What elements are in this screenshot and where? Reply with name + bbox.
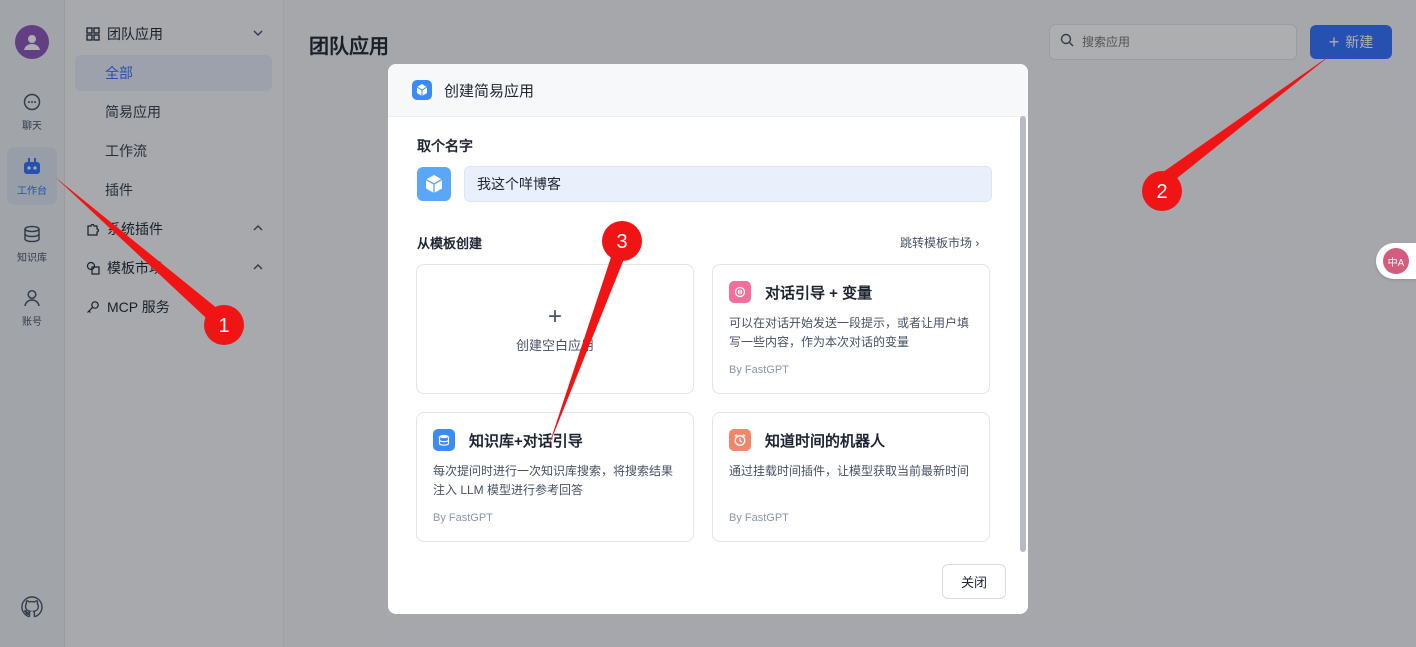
app-avatar-icon[interactable] (417, 167, 451, 201)
clock-icon (729, 429, 751, 451)
name-label: 取个名字 (417, 138, 473, 154)
template-author: By FastGPT (729, 512, 789, 524)
template-card[interactable]: 知识库+对话引导 每次提问时进行一次知识库搜索，将搜索结果注入 LLM 模型进行… (416, 412, 694, 542)
template-description: 每次提问时进行一次知识库搜索，将搜索结果注入 LLM 模型进行参考回答 (433, 464, 674, 497)
modal-scrollbar[interactable] (1020, 116, 1026, 552)
plus-icon: + (547, 302, 562, 330)
blank-app-label: 创建空白应用 (515, 337, 594, 353)
template-title: 对话引导 + 变量 (765, 284, 873, 302)
template-title: 知识库+对话引导 (469, 432, 583, 450)
modal-title: 创建简易应用 (444, 82, 535, 100)
app-name-input[interactable] (464, 166, 992, 202)
cube-icon (412, 80, 432, 100)
from-template-label: 从模板创建 (417, 236, 483, 251)
translate-button[interactable]: 中A (1376, 243, 1416, 279)
chevron-right-icon: › (975, 236, 980, 250)
template-card[interactable]: 知道时间的机器人 通过挂载时间插件，让模型获取当前最新时间 By FastGPT (712, 412, 990, 542)
template-card[interactable]: 对话引导 + 变量 可以在对话开始发送一段提示，或者让用户填写一些内容，作为本次… (712, 264, 990, 394)
template-author: By FastGPT (433, 512, 493, 524)
translate-icon: 中A (1383, 248, 1409, 274)
modal-header: 创建简易应用 (388, 64, 1028, 117)
template-description: 可以在对话开始发送一段提示，或者让用户填写一些内容，作为本次对话的变量 (729, 316, 970, 349)
template-author: By FastGPT (729, 364, 789, 376)
template-title: 知道时间的机器人 (765, 432, 886, 450)
blank-app-card[interactable]: + 创建空白应用 (416, 264, 694, 394)
template-market-link-label: 跳转模板市场 (900, 236, 973, 250)
close-button[interactable]: 关闭 (942, 564, 1006, 599)
create-app-modal: 创建简易应用 取个名字 从模板创建 跳转模板市场 › + 创建空白应用 对话引导… (388, 64, 1028, 614)
dataset-icon (433, 429, 455, 451)
chat-guide-icon (729, 281, 751, 303)
template-market-link[interactable]: 跳转模板市场 › (900, 234, 979, 251)
template-description: 通过挂载时间插件，让模型获取当前最新时间 (729, 464, 970, 478)
